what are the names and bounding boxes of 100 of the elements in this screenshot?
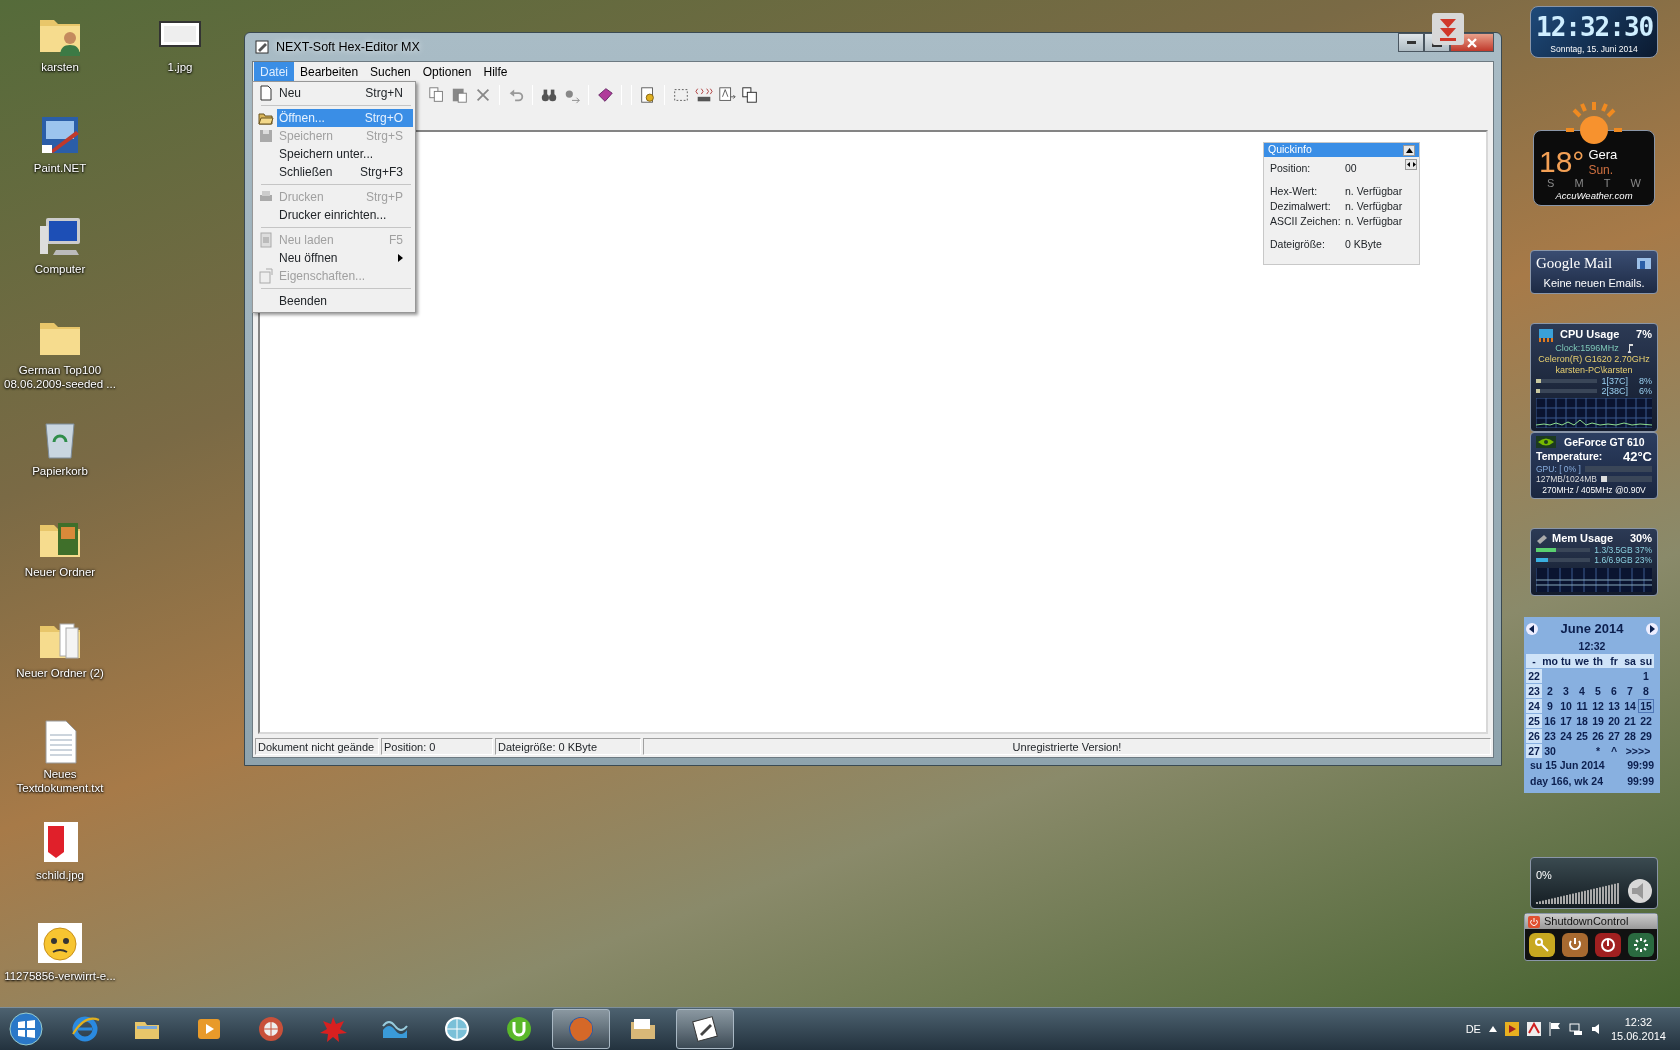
windows-logo-icon (9, 1012, 43, 1046)
language-indicator[interactable]: DE (1465, 1020, 1481, 1038)
core-label: 1[37C] (1601, 375, 1628, 386)
calendar-day[interactable]: 8 (1638, 684, 1654, 699)
clock-speed-text: Clock:1596MHz (1555, 343, 1619, 354)
core-usage-bar (1536, 378, 1598, 383)
field-label: Dateigröße: (1270, 237, 1326, 252)
lock-button[interactable] (1528, 933, 1555, 958)
field-value: 0 KByte (1345, 237, 1382, 252)
day-text: Sun. (1588, 162, 1615, 177)
menu-item[interactable]: Suchen (364, 62, 417, 82)
restart-button[interactable] (1627, 933, 1654, 958)
calendar-day[interactable]: 1 (1638, 669, 1654, 684)
desktop-shortcut[interactable]: schild.jpg (35, 818, 85, 883)
processor-text: Celeron(R) G1620 2.70GHz (1537, 353, 1651, 365)
calendar-day[interactable]: 3 (1558, 684, 1574, 699)
menu-item[interactable]: Schließen Strg+F3 (277, 163, 413, 181)
menu-item[interactable]: Neu Strg+N (277, 84, 413, 102)
network-icon (1568, 1022, 1583, 1036)
desktop-shortcut[interactable]: Neues Textdokument.txt (0, 717, 122, 796)
resize-button[interactable] (1405, 159, 1417, 170)
calendar-day[interactable]: 16 (1542, 714, 1558, 729)
desktop-shortcut[interactable]: 11275856-verwirrt-e... (3, 919, 117, 984)
sun-icon (1564, 100, 1624, 144)
weekday-header: mo (1542, 654, 1558, 669)
shutdown-button[interactable] (1594, 933, 1621, 958)
calendar-day[interactable]: 29 (1638, 729, 1654, 744)
mailbox-icon (1636, 256, 1652, 270)
flag-icon (1548, 1022, 1561, 1036)
calendar-day[interactable]: 11 (1574, 699, 1590, 714)
desktop-shortcut[interactable]: Computer (33, 212, 87, 277)
calendar-day[interactable]: 17 (1558, 714, 1574, 729)
shortcut-text: Strg+P (365, 189, 403, 206)
calendar-day[interactable]: 20 (1606, 714, 1622, 729)
calendar-day[interactable]: 27 (1606, 729, 1622, 744)
calendar-day[interactable]: 26 (1590, 729, 1606, 744)
calendar-day[interactable]: 18 (1574, 714, 1590, 729)
desktop-shortcut[interactable]: Papierkorb (31, 414, 89, 479)
calendar-link[interactable]: >>>> (1622, 744, 1654, 759)
calendar-day[interactable]: 4 (1574, 684, 1590, 699)
status-text: Position: 0 (381, 738, 493, 755)
calendar-day[interactable]: 22 (1638, 714, 1654, 729)
menu-item[interactable]: Hilfe (477, 62, 514, 82)
clock-time: 12:32:30 (1536, 11, 1652, 44)
calendar-day[interactable]: 21 (1622, 714, 1638, 729)
menu-item[interactable]: Neu öffnen (277, 249, 413, 267)
taskbar-button[interactable] (676, 1009, 734, 1049)
calendar-day[interactable]: 19 (1590, 714, 1606, 729)
calendar-day[interactable]: 12 (1590, 699, 1606, 714)
paste-icon (451, 86, 469, 104)
desktop-shortcut[interactable]: Neuer Ordner (2) (15, 616, 105, 681)
up-arrow-icon (1405, 147, 1413, 153)
date-info-text: su 15 Jun 2014 (1530, 758, 1605, 774)
menu-item[interactable]: Drucker einrichten... (277, 206, 413, 224)
desktop-shortcut[interactable]: German Top100 08.06.2009-seeded ... (0, 313, 122, 392)
calendar-day[interactable]: 14 (1622, 699, 1638, 714)
next-month-button[interactable] (1646, 622, 1658, 635)
standby-button[interactable] (1561, 933, 1588, 958)
memory-stat-text: 1.6/6.9GB 23% (1594, 555, 1652, 566)
calendar-day[interactable]: 10 (1558, 699, 1574, 714)
calendar-day[interactable]: 6 (1606, 684, 1622, 699)
gpu-stat-text: 127MB/1024MB (1536, 474, 1597, 485)
calendar-day[interactable]: 28 (1622, 729, 1638, 744)
calendar-day[interactable]: 7 (1622, 684, 1638, 699)
close-icon (1467, 37, 1477, 48)
calendar-day[interactable]: 9 (1542, 699, 1558, 714)
desktop-shortcut[interactable]: 1.jpg (156, 10, 204, 75)
calendar-day[interactable]: 15 (1638, 699, 1654, 714)
temperature-label: Temperature: (1536, 450, 1603, 463)
desktop-shortcut[interactable]: karsten (36, 10, 84, 75)
calendar-day[interactable]: 5 (1590, 684, 1606, 699)
field-value: n. Verfügbar (1345, 214, 1403, 229)
calendar-day[interactable]: 30 (1542, 744, 1558, 759)
weekday-header: sa (1622, 654, 1638, 669)
desktop-shortcut[interactable]: Neuer Ordner (23, 515, 97, 580)
toolbar-button[interactable] (740, 85, 760, 105)
calendar-day[interactable]: 25 (1574, 729, 1590, 744)
calendar-day[interactable]: 23 (1542, 729, 1558, 744)
menu-item[interactable]: Bearbeiten (294, 62, 365, 82)
open-folder-icon (258, 110, 274, 126)
collapse-button[interactable] (1403, 144, 1415, 156)
time-info-text: 99:99 (1627, 758, 1654, 774)
weekday-text: W (1630, 177, 1641, 191)
menu-item[interactable]: Speichern unter... (277, 145, 413, 163)
calendar-day[interactable]: 24 (1558, 729, 1574, 744)
calendar-link[interactable]: * (1590, 744, 1606, 759)
menu-item[interactable]: Beenden (277, 292, 413, 310)
left-right-arrows-icon (1406, 162, 1416, 167)
desktop-shortcut[interactable]: Paint.NET (32, 111, 88, 176)
calendar-day[interactable]: 13 (1606, 699, 1622, 714)
user-text: karsten-PC\karsten (1554, 364, 1634, 376)
volume-reading: 0% (1536, 869, 1553, 883)
menu-item[interactable]: Optionen (416, 62, 478, 82)
prev-month-button[interactable] (1526, 622, 1538, 635)
calendar-link[interactable]: ^ (1606, 744, 1622, 759)
taskbar-clock[interactable]: 12:32 15.06.2014 (1610, 1015, 1666, 1043)
calendar-day[interactable]: 2 (1542, 684, 1558, 699)
field-value: n. Verfügbar (1345, 184, 1403, 199)
source-text: AccuWeather.com (1555, 190, 1633, 202)
minimize-button[interactable] (1398, 33, 1424, 52)
